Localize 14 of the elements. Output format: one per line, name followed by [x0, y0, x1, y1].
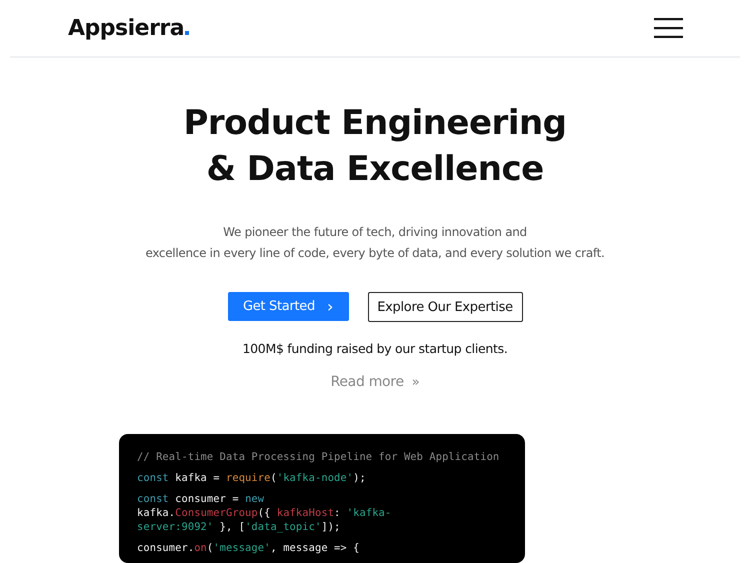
hero-title: Product Engineering & Data Excellence [183, 102, 567, 191]
code-line: kafka.ConsumerGroup({ kafkaHost: 'kafka- [137, 506, 392, 520]
code-line: server:9092' }, ['data_topic']); [137, 520, 342, 534]
get-started-button[interactable]: Get Started › [228, 292, 348, 321]
code-line: // Real-time Data Processing Pipeline for Web Application [137, 450, 500, 464]
explore-button[interactable]: Explore Our Expertise [368, 292, 522, 322]
code-line: consumer.on('message', message => { [137, 541, 360, 555]
logo[interactable]: Appsierra [68, 16, 184, 40]
code-line: const kafka = require('kafka-node'); [137, 471, 367, 485]
funding-text: 100M$ funding raised by our startup clients. [242, 341, 508, 356]
hero-description: We pioneer the future of tech, driving innovation and excellence in every line of code, every byte of data, and every solution we craft. [145, 224, 605, 262]
read-more-link[interactable]: Read more » [330, 374, 420, 390]
menu-icon[interactable] [654, 18, 683, 38]
code-line: const consumer = new [137, 492, 266, 506]
